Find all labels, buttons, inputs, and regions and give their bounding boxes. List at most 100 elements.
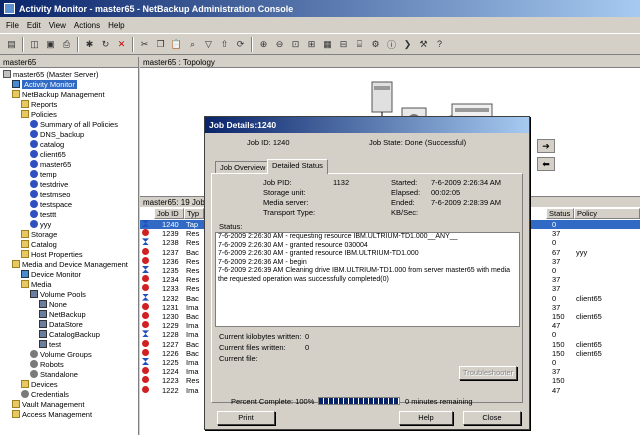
tree-item[interactable]: temp	[30, 169, 57, 179]
progress-fill	[319, 398, 399, 404]
next-job-arrow-icon[interactable]: ➔	[537, 139, 555, 153]
device-icon[interactable]: ⌸	[352, 37, 367, 52]
print-icon[interactable]: ⎙	[59, 37, 74, 52]
tree-item[interactable]: DataStore	[39, 319, 83, 329]
filter-icon[interactable]: ▽	[201, 37, 216, 52]
tree-item[interactable]: Devices	[21, 379, 58, 389]
tree-item[interactable]: Device Monitor	[21, 269, 81, 279]
policy-icon	[30, 180, 38, 188]
tree-item[interactable]: Reports	[21, 99, 57, 109]
up-icon[interactable]: ⇧	[217, 37, 232, 52]
tree-item[interactable]: catalog	[30, 139, 64, 149]
job-type-cell: Ima	[186, 358, 199, 367]
tree-item[interactable]: Volume Groups	[30, 349, 92, 359]
job-type-cell: Res	[186, 256, 200, 266]
menu-actions[interactable]: Actions	[74, 21, 100, 30]
previous-job-arrow-icon[interactable]: ⬅	[537, 157, 555, 171]
tree-item[interactable]: Storage	[21, 229, 57, 239]
zoom-in-icon[interactable]: ⊕	[256, 37, 271, 52]
cancel-job-icon[interactable]: ✱	[82, 37, 97, 52]
tree-item[interactable]: Summary of all Policies	[30, 119, 118, 129]
tree-item-label: Device Monitor	[31, 269, 82, 279]
delete-icon[interactable]: ✕	[114, 37, 129, 52]
print-button[interactable]: Print	[217, 411, 275, 425]
tab-detailed-status[interactable]: Detailed Status	[267, 159, 328, 174]
tree-item[interactable]: NetBackup Management	[12, 89, 105, 99]
tree-item[interactable]: Robots	[30, 359, 64, 369]
tree-item[interactable]: Volume Pools	[30, 289, 86, 299]
info-icon[interactable]: ⓘ	[384, 37, 399, 52]
help-button[interactable]: Help	[399, 411, 453, 425]
tree-item[interactable]: yyy	[30, 219, 51, 229]
tree-item-label: Catalog	[31, 239, 57, 249]
status-line: 7-6-2009 2:26:39 AM Cleaning drive IBM.U…	[218, 267, 511, 274]
tree-item[interactable]: DNS_backup	[30, 129, 84, 139]
column-status[interactable]: Status	[546, 208, 574, 219]
tree-item[interactable]: Standalone	[30, 369, 78, 379]
tree-item[interactable]: testmseo	[30, 189, 70, 199]
menu-edit[interactable]: Edit	[27, 21, 41, 30]
job-error-icon	[142, 339, 149, 347]
tree-item[interactable]: None	[39, 299, 67, 309]
menu-help[interactable]: Help	[108, 21, 124, 30]
find-icon[interactable]: ⌕	[185, 37, 200, 52]
ended-label: Ended:	[391, 198, 415, 207]
tree-item[interactable]: master65	[30, 159, 71, 169]
properties-icon[interactable]: ◫	[27, 37, 42, 52]
troubleshooter-button[interactable]: Troubleshooter	[459, 366, 517, 380]
tree-item[interactable]: testdrive	[30, 179, 68, 189]
tree-item[interactable]: NetBackup	[39, 309, 86, 319]
column-type[interactable]: Typ	[184, 208, 204, 219]
job-id-cell: 1225	[162, 358, 179, 367]
tree-item[interactable]: Vault Management	[12, 399, 84, 409]
column-job-id[interactable]: Job ID	[154, 208, 184, 219]
robot-icon[interactable]: ⚙	[368, 37, 383, 52]
zoom-out-icon[interactable]: ⊖	[272, 37, 287, 52]
restart-icon[interactable]: ↻	[98, 37, 113, 52]
menu-file[interactable]: File	[6, 21, 19, 30]
tree-item-label: testdrive	[40, 179, 69, 189]
tree-item-label: Reports	[31, 99, 58, 109]
column-policy[interactable]: Policy	[574, 208, 640, 219]
folder-icon	[12, 400, 20, 408]
tree-item[interactable]: Credentials	[21, 389, 69, 399]
tree-icon[interactable]: ⊟	[336, 37, 351, 52]
tree-item[interactable]: CatalogBackup	[39, 329, 100, 339]
job-status-cell: 150	[552, 348, 565, 358]
tree-item[interactable]: Activity Monitor	[12, 79, 77, 89]
refresh-icon[interactable]: ⟳	[233, 37, 248, 52]
menu-view[interactable]: View	[49, 21, 66, 30]
tree-item[interactable]: Host Properties	[21, 249, 83, 259]
job-status-cell: 0	[552, 266, 557, 275]
fit-icon[interactable]: ⊡	[288, 37, 303, 52]
console-icon[interactable]: ▣	[43, 37, 58, 52]
tools-icon[interactable]: ⚒	[416, 37, 431, 52]
tree-item[interactable]: client65	[30, 149, 66, 159]
job-details-dialog: Job Details:1240 Job ID: 1240 Job State:…	[204, 116, 555, 430]
folder-icon	[21, 110, 29, 118]
tree-item[interactable]: Media	[21, 279, 51, 289]
copy-icon[interactable]: ❐	[153, 37, 168, 52]
job-type-cell: Res	[186, 284, 200, 294]
tree-item[interactable]: testtt	[30, 209, 56, 219]
tree-item[interactable]: Policies	[21, 109, 57, 119]
cut-icon[interactable]: ✂	[137, 37, 152, 52]
folder-icon	[21, 230, 29, 238]
status-log[interactable]: 7-6-2009 2:26:30 AM - requesting resourc…	[215, 232, 520, 327]
tree-item-label: Media and Device Management	[22, 259, 128, 269]
paste-icon[interactable]: 📋	[169, 37, 184, 52]
tree-item[interactable]: Media and Device Management	[12, 259, 128, 269]
job-error-icon	[142, 284, 149, 292]
next-icon[interactable]: ❯	[400, 37, 415, 52]
tree-item[interactable]: testspace	[30, 199, 72, 209]
policy-icon	[30, 150, 38, 158]
grid-icon[interactable]: ⊞	[304, 37, 319, 52]
tree-item[interactable]: test	[39, 339, 61, 349]
close-button[interactable]: Close	[463, 411, 521, 425]
new-icon[interactable]: ▤	[4, 37, 19, 52]
tile-icon[interactable]: ▦	[320, 37, 335, 52]
tree-item[interactable]: master65 (Master Server)	[3, 69, 98, 79]
tree-item[interactable]: Catalog	[21, 239, 57, 249]
tree-item[interactable]: Access Management	[12, 409, 92, 419]
help-icon[interactable]: ?	[432, 37, 447, 52]
